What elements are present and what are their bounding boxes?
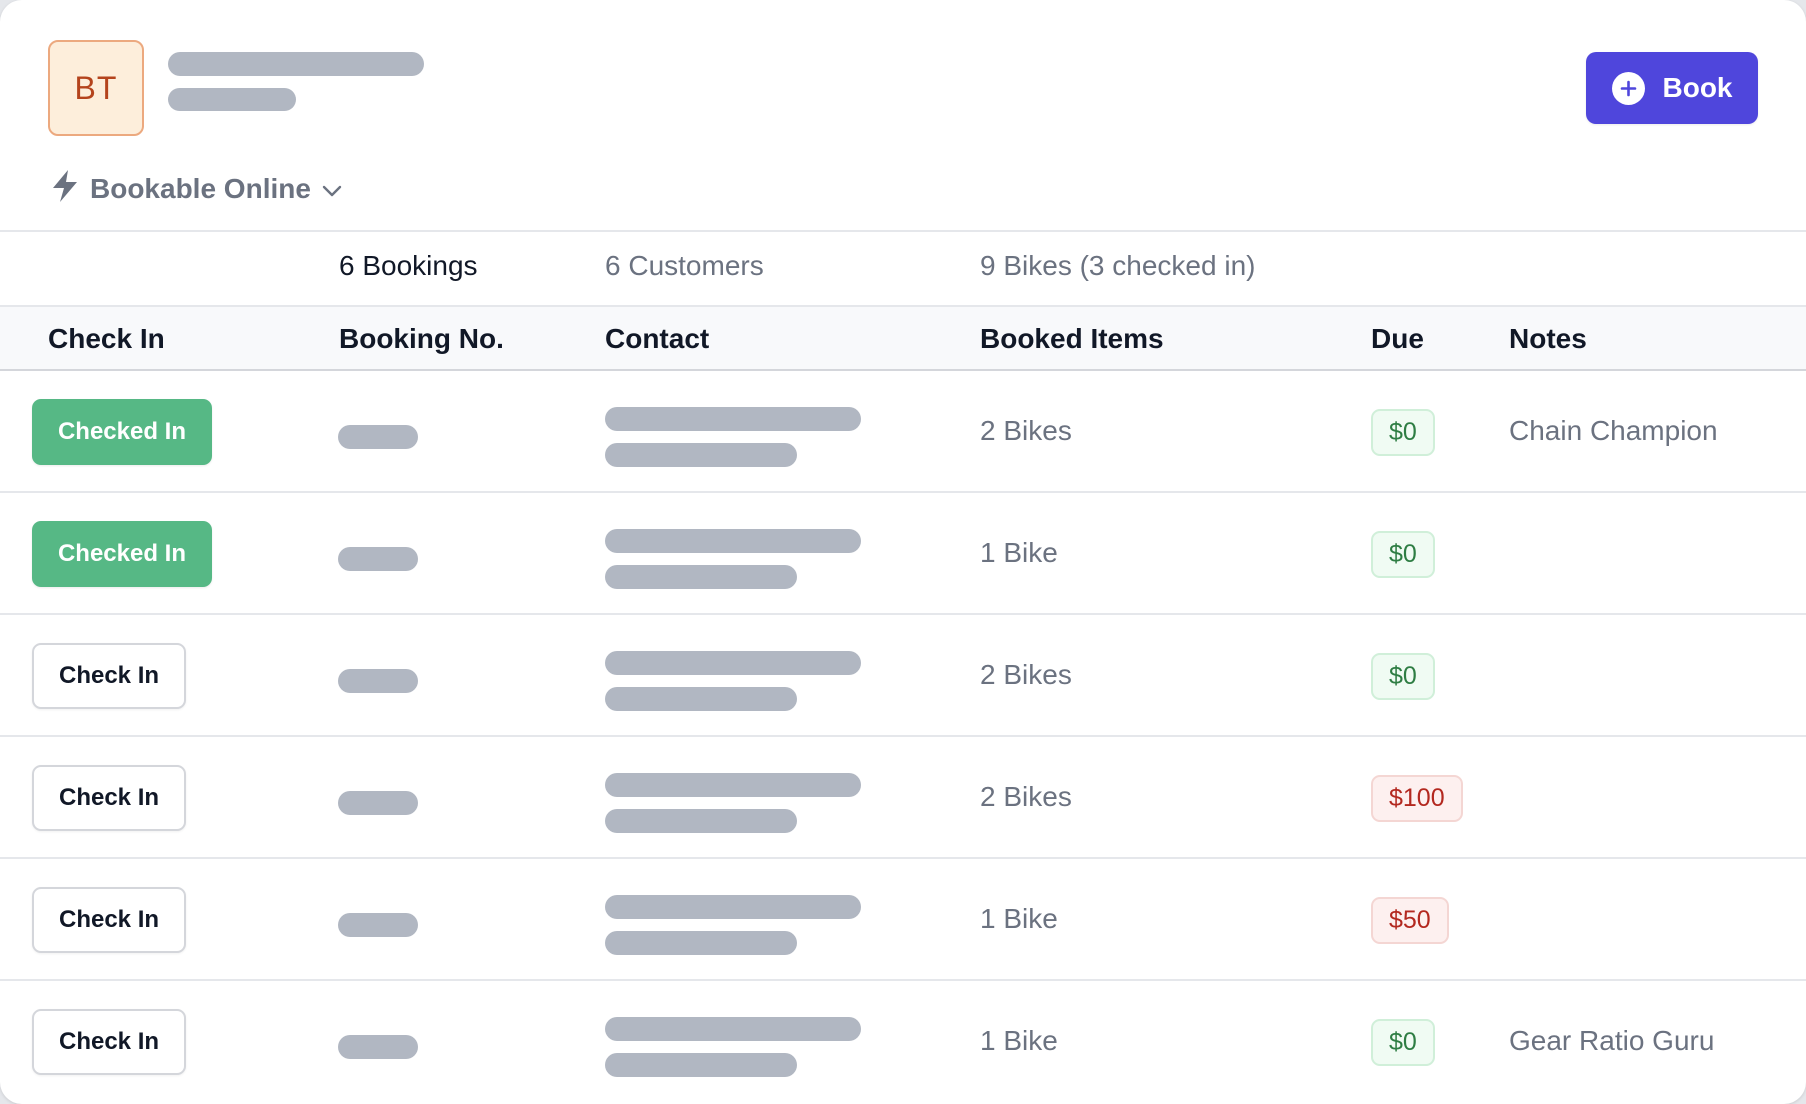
column-header-booking-no[interactable]: Booking No. [339,323,504,355]
due-badge: $0 [1371,531,1435,578]
booking-number-placeholder[interactable] [338,1035,418,1059]
due-badge: $0 [1371,653,1435,700]
avatar-initials: BT [74,69,118,106]
contact-name-placeholder[interactable] [605,773,861,797]
booking-number-placeholder[interactable] [338,669,418,693]
contact-detail-placeholder [605,443,797,467]
bikes-count: 9 Bikes (3 checked in) [980,250,1256,281]
check-in-button[interactable]: Check In [32,1009,186,1075]
contact-name-placeholder[interactable] [605,529,861,553]
contact-detail-placeholder [605,809,797,833]
booked-items: 1 Bike [980,903,1058,934]
booked-items: 2 Bikes [980,659,1072,690]
check-in-button[interactable]: Check In [32,765,186,831]
check-in-button[interactable]: Check In [32,643,186,709]
column-header-booked-items[interactable]: Booked Items [980,323,1164,355]
column-header-check-in[interactable]: Check In [48,323,165,355]
bookable-online-label: Bookable Online [90,173,311,204]
customers-count: 6 Customers [605,250,764,281]
table-row[interactable]: Check In 1 Bike $0 Gear Ratio Guru [0,981,1806,1103]
plus-circle-icon [1611,71,1645,105]
column-header-due[interactable]: Due [1371,323,1424,355]
bookings-card: BT Book Bookable Online 6 Bookings 6 Cus… [0,0,1806,1104]
table-row[interactable]: Checked In 2 Bikes $0 Chain Champion [0,371,1806,493]
chevron-down-icon [321,173,343,205]
table-row[interactable]: Check In 1 Bike $50 [0,859,1806,981]
contact-detail-placeholder [605,931,797,955]
table-row[interactable]: Check In 2 Bikes $0 [0,615,1806,737]
column-header-notes[interactable]: Notes [1509,323,1587,355]
subtitle-placeholder [168,88,296,111]
title-placeholder [168,52,424,76]
book-button-label: Book [1662,72,1733,103]
column-header-contact[interactable]: Contact [605,323,709,355]
bookings-count: 6 Bookings [339,250,478,281]
contact-detail-placeholder [605,1053,797,1077]
contact-name-placeholder[interactable] [605,651,861,675]
due-badge: $0 [1371,1019,1435,1066]
bookable-online-dropdown[interactable]: Bookable Online [50,169,343,210]
table-header: Check In Booking No. Contact Booked Item… [0,305,1806,371]
checked-in-button[interactable]: Checked In [32,521,212,587]
booking-number-placeholder[interactable] [338,547,418,571]
due-badge: $100 [1371,775,1463,822]
notes: Chain Champion [1509,415,1718,446]
avatar: BT [48,40,144,136]
booked-items: 1 Bike [980,537,1058,568]
divider [0,230,1806,232]
booking-number-placeholder[interactable] [338,913,418,937]
book-button[interactable]: Book [1586,52,1758,124]
notes: Gear Ratio Guru [1509,1025,1715,1056]
contact-detail-placeholder [605,565,797,589]
contact-name-placeholder[interactable] [605,1017,861,1041]
booking-number-placeholder[interactable] [338,791,418,815]
checked-in-button[interactable]: Checked In [32,399,212,465]
booked-items: 2 Bikes [980,781,1072,812]
booked-items: 1 Bike [980,1025,1058,1056]
booked-items: 2 Bikes [980,415,1072,446]
table-row[interactable]: Check In 2 Bikes $100 [0,737,1806,859]
check-in-button[interactable]: Check In [32,887,186,953]
contact-name-placeholder[interactable] [605,407,861,431]
due-badge: $0 [1371,409,1435,456]
due-badge: $50 [1371,897,1449,944]
contact-detail-placeholder [605,687,797,711]
table-row[interactable]: Checked In 1 Bike $0 [0,493,1806,615]
lightning-icon [50,169,80,210]
booking-number-placeholder[interactable] [338,425,418,449]
contact-name-placeholder[interactable] [605,895,861,919]
